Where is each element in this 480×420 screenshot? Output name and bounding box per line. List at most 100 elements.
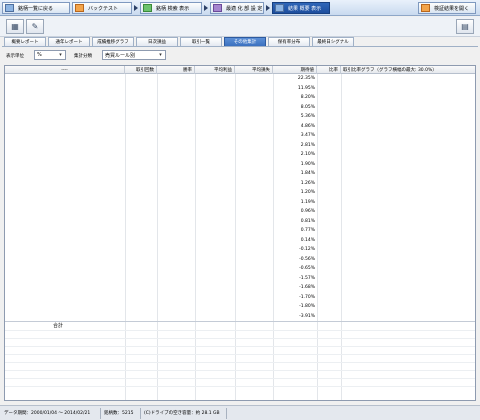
table-row[interactable]: 11.95%: [5, 85, 475, 93]
table-row[interactable]: 0.77%: [5, 227, 475, 235]
search-results-button[interactable]: 銘柄 検索 表示: [140, 2, 202, 14]
table-row[interactable]: 1.84%: [5, 170, 475, 178]
table-row[interactable]: 0.14%: [5, 237, 475, 245]
table-row[interactable]: -1.70%: [5, 294, 475, 302]
table-row[interactable]: -0.12%: [5, 246, 475, 254]
header-avg-loss[interactable]: 平均損失: [235, 66, 273, 74]
grid-tool-icon[interactable]: ▦: [6, 19, 24, 34]
report-tabs: 概要レポート 通年レポート 成績推移グラフ 日次損益 取引一覧 その他集計 保有…: [4, 37, 356, 46]
open-folder-icon: [421, 4, 430, 12]
table-row[interactable]: -1.68%: [5, 284, 475, 292]
back-to-list-button[interactable]: 銘柄一覧に戻る: [2, 2, 70, 14]
edit-tool-icon[interactable]: ✎: [26, 19, 44, 34]
status-separator: [100, 408, 101, 419]
period-return-cell: 1.19%: [300, 199, 315, 205]
table-row[interactable]: 0.96%: [5, 208, 475, 216]
group-label: 集計分類: [74, 54, 92, 59]
search-results-label: 銘柄 検索 表示: [156, 5, 190, 12]
status-bar: データ期間：2000/01/04 ～ 2014/02/21 銘柄数：5215 (…: [0, 405, 480, 420]
period-return-cell: 2.10%: [300, 152, 315, 157]
period-return-cell: -0.56%: [299, 256, 315, 262]
backtest-button[interactable]: バックテスト: [72, 2, 132, 14]
period-return-cell: 0.81%: [300, 218, 315, 224]
nav-arrow-icon: [134, 5, 138, 11]
results-summary-label: 結果 概要 表示: [288, 5, 322, 12]
header-winrate[interactable]: 勝率: [157, 66, 195, 74]
period-return-cell: 1.20%: [300, 190, 315, 195]
table-row[interactable]: 1.26%: [5, 180, 475, 188]
tab-divider: [2, 46, 478, 47]
header-graph[interactable]: 取引比率グラフ（グラフ横幅の最大: 30.0%）: [341, 66, 475, 74]
unit-label: 表示単位: [6, 54, 24, 59]
period-return-cell: 2.81%: [300, 142, 315, 148]
back-to-list-label: 銘柄一覧に戻る: [18, 5, 54, 12]
optimize-settings-icon: [213, 4, 222, 12]
tab-last-day-signal[interactable]: 最終日シグナル: [312, 37, 354, 46]
unit-select-value: %: [37, 52, 42, 58]
backtest-icon: [75, 4, 84, 12]
filter-controls: 表示単位 % ▾ 集計分類 売買ルール別 ▾: [0, 48, 480, 64]
status-separator: [226, 408, 227, 419]
period-return-cell: 3.47%: [300, 133, 315, 138]
table-row[interactable]: -3.91%: [5, 313, 475, 321]
period-return-cell: 8.05%: [300, 104, 315, 110]
table-row[interactable]: 4.86%: [5, 123, 475, 131]
table-row[interactable]: 22.35%: [5, 75, 475, 83]
table-row[interactable]: 1.19%: [5, 199, 475, 207]
chevron-down-icon: ▾: [59, 52, 62, 58]
unit-select[interactable]: % ▾: [34, 50, 66, 60]
table-row[interactable]: 8.05%: [5, 104, 475, 112]
table-row[interactable]: 3.47%: [5, 132, 475, 140]
header-period-return[interactable]: 期待値: [273, 66, 317, 74]
header-name[interactable]: ----: [5, 66, 125, 74]
period-return-cell: 0.77%: [300, 228, 315, 233]
tab-summary-report[interactable]: 概要レポート: [4, 37, 46, 46]
table-row[interactable]: -0.56%: [5, 256, 475, 264]
table-row[interactable]: 0.81%: [5, 218, 475, 226]
row-line: [5, 386, 475, 387]
header-ratio[interactable]: 比率: [317, 66, 341, 74]
period-return-cell: -0.12%: [299, 247, 315, 252]
period-return-cell: 1.26%: [300, 180, 315, 186]
table-row[interactable]: 8.20%: [5, 94, 475, 102]
row-line: [5, 370, 475, 371]
row-line: [5, 354, 475, 355]
optimize-settings-button[interactable]: 最適 化 部 設 定: [210, 2, 264, 14]
results-summary-icon: [275, 4, 284, 12]
open-results-label: 検証結果を開く: [434, 5, 470, 12]
row-line: [5, 330, 475, 331]
period-return-cell: 11.95%: [297, 85, 315, 91]
export-excel-icon[interactable]: ▤: [456, 19, 474, 34]
period-return-cell: 5.36%: [300, 114, 315, 119]
tab-daily-pnl[interactable]: 日次損益: [136, 37, 178, 46]
period-return-cell: -1.70%: [299, 294, 315, 300]
table-row[interactable]: -0.65%: [5, 265, 475, 273]
results-summary-button[interactable]: 結果 概要 表示: [272, 2, 330, 14]
table-row[interactable]: -1.57%: [5, 275, 475, 283]
tab-holding-distribution[interactable]: 保有率分布: [268, 37, 310, 46]
tab-performance-graph[interactable]: 成績推移グラフ: [92, 37, 134, 46]
row-line: [5, 338, 475, 339]
tab-other-stats[interactable]: その他集計: [224, 37, 266, 46]
tab-trade-list[interactable]: 取引一覧: [180, 37, 222, 46]
open-results-button[interactable]: 検証結果を開く: [418, 2, 476, 14]
status-disk: (C)ドライブの空き容量：約 28.1 GB: [144, 411, 220, 416]
table-header: ---- 取引回数 勝率 平均利益 平均損失 期待値 比率 取引比率グラフ（グラ…: [5, 66, 475, 74]
stats-table: ---- 取引回数 勝率 平均利益 平均損失 期待値 比率 取引比率グラフ（グラ…: [4, 65, 476, 401]
table-row[interactable]: 2.81%: [5, 142, 475, 150]
table-row[interactable]: 1.90%: [5, 161, 475, 169]
table-row[interactable]: 5.36%: [5, 113, 475, 121]
period-return-cell: 1.90%: [300, 161, 315, 167]
tab-annual-report[interactable]: 通年レポート: [48, 37, 90, 46]
table-row[interactable]: 2.10%: [5, 151, 475, 159]
search-results-icon: [143, 4, 152, 12]
header-avg-profit[interactable]: 平均利益: [195, 66, 235, 74]
total-label: 合計: [53, 323, 64, 329]
chevron-down-icon: ▾: [159, 52, 162, 58]
period-return-cell: -1.80%: [299, 304, 315, 309]
group-select[interactable]: 売買ルール別 ▾: [102, 50, 166, 60]
table-row[interactable]: 1.20%: [5, 189, 475, 197]
table-row[interactable]: -1.80%: [5, 303, 475, 311]
period-return-cell: 0.96%: [300, 209, 315, 214]
header-trades[interactable]: 取引回数: [125, 66, 157, 74]
